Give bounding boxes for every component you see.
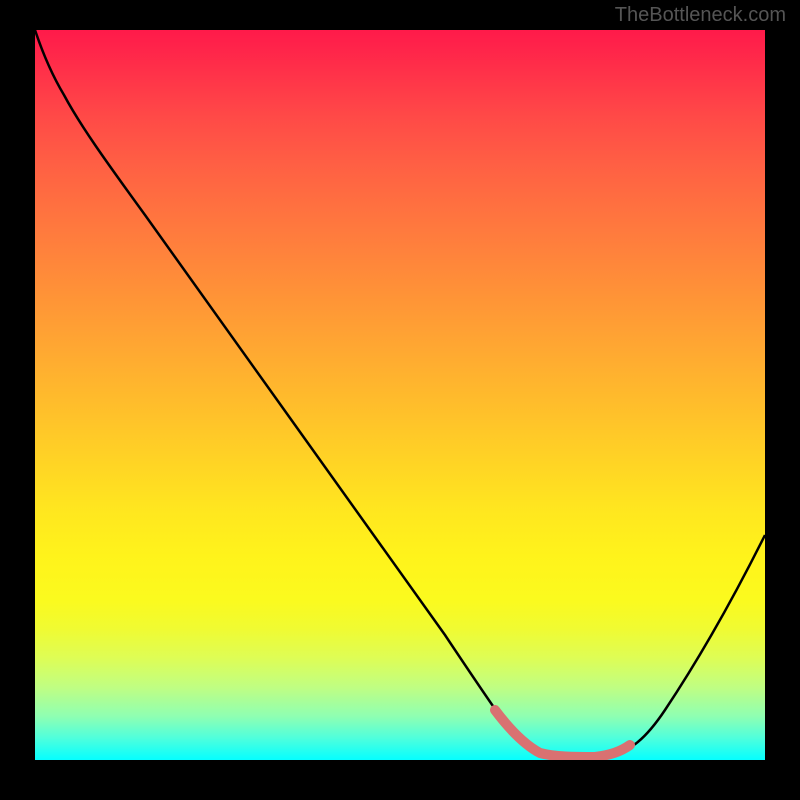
chart-svg: [35, 30, 765, 760]
main-curve: [35, 30, 765, 756]
chart-area: [35, 30, 765, 760]
watermark-text: TheBottleneck.com: [615, 4, 786, 27]
highlight-segment: [495, 710, 630, 757]
